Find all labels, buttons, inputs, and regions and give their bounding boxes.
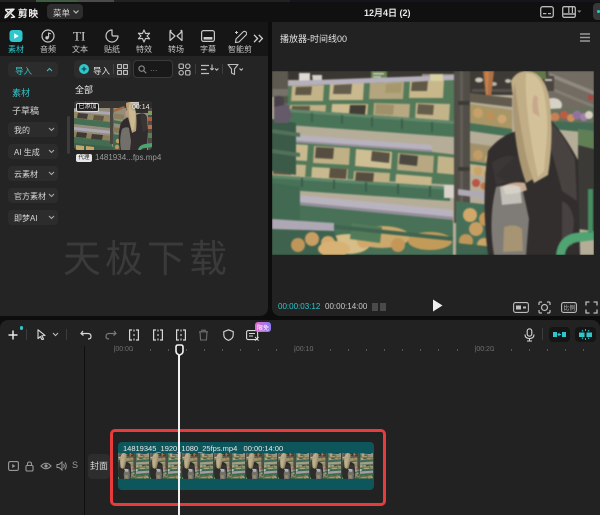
svg-text:TI: TI (73, 29, 85, 43)
svg-text:比例: 比例 (563, 304, 575, 312)
